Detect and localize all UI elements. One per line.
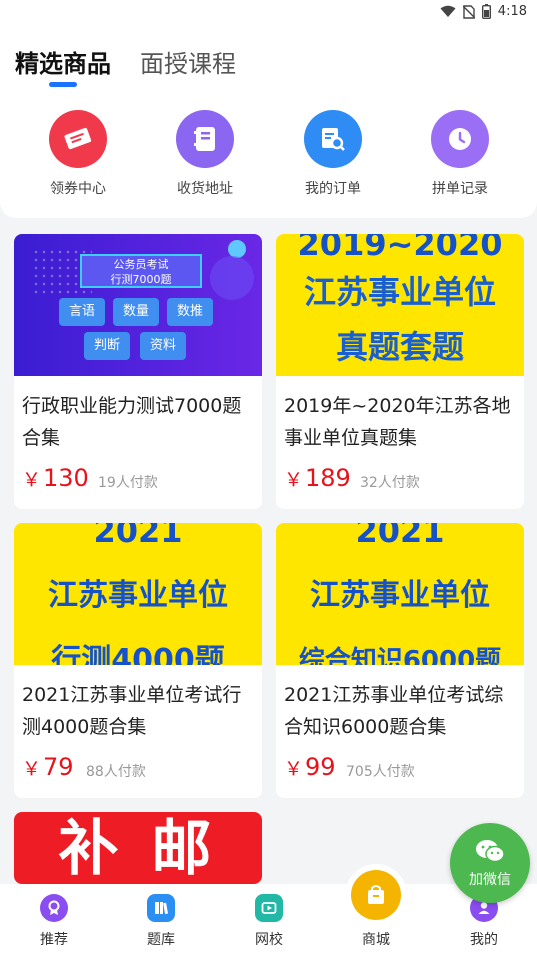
quick-action-label: 领券中心 [50, 181, 106, 197]
clock-icon [431, 110, 489, 168]
nav-label: 推荐 [40, 932, 68, 948]
product-image: 补 邮 [14, 812, 262, 884]
product-card[interactable]: 2019~2020 江苏事业单位 真题套题 2019年~2020年江苏各地事业单… [276, 234, 524, 509]
image-heading: 公务员考试 [113, 258, 169, 271]
image-tag: 判断 [84, 332, 130, 360]
sold-count: 32人付款 [360, 475, 420, 491]
nav-label: 网校 [255, 932, 283, 948]
question-bank-icon [147, 894, 175, 922]
image-line: 江苏事业单位 [310, 578, 490, 613]
product-image-banner: 公务员考试 行测7000题 [80, 254, 202, 288]
image-tag: 言语 [59, 298, 105, 326]
product-image: 2021 江苏事业单位 行测4000题 [14, 523, 262, 665]
no-sim-icon [462, 4, 475, 19]
product-card[interactable]: 公务员考试 行测7000题 言语 数量 数推 判断 资料 行政职业能力测试700… [14, 234, 262, 509]
quick-action-label: 收货地址 [177, 181, 233, 197]
nav-item-recommend[interactable]: 推荐 [14, 894, 94, 949]
active-tab-indicator [49, 82, 77, 87]
currency-symbol: ￥ [22, 469, 42, 491]
product-title: 行政职业能力测试7000题合集 [22, 395, 242, 449]
image-tag: 资料 [140, 332, 186, 360]
product-image: 2021 江苏事业单位 综合知识6000题 [276, 523, 524, 665]
sold-count: 88人付款 [86, 764, 146, 780]
quick-action-coupon-center[interactable]: 领券中心 [28, 110, 128, 198]
sold-count: 19人付款 [98, 475, 158, 491]
price-value: 130 [43, 464, 89, 492]
add-wechat-button[interactable]: 加微信 [450, 823, 530, 903]
product-image: 公务员考试 行测7000题 言语 数量 数推 判断 资料 [14, 234, 262, 376]
nav-label: 我的 [470, 932, 498, 948]
address-book-icon [176, 110, 234, 168]
order-search-icon [304, 110, 362, 168]
bottom-nav: 推荐 题库 网校 商城 我的 [0, 870, 537, 956]
image-tag: 数量 [113, 298, 159, 326]
tab-offline-courses[interactable]: 面授课程 [140, 44, 236, 79]
price-value: 189 [305, 464, 351, 492]
sold-count: 705人付款 [346, 764, 415, 780]
quick-action-group-orders[interactable]: 拼单记录 [410, 110, 510, 198]
recommend-icon [40, 894, 68, 922]
currency-symbol: ￥ [284, 758, 304, 780]
product-card[interactable]: 补 邮 [14, 812, 262, 884]
status-bar: 4:18 [0, 0, 537, 26]
quick-actions: 领券中心 收货地址 我的订单 拼单记录 [0, 90, 537, 218]
wifi-icon [440, 5, 456, 17]
currency-symbol: ￥ [284, 469, 304, 491]
quick-action-my-orders[interactable]: 我的订单 [283, 110, 383, 198]
image-tag: 数推 [167, 298, 213, 326]
wechat-icon [476, 840, 505, 863]
product-card[interactable]: 2021 江苏事业单位 综合知识6000题 2021江苏事业单位考试综合知识60… [276, 523, 524, 798]
image-line: 2019~2020 [297, 234, 503, 263]
image-line: 行测4000题 [51, 643, 225, 665]
nav-item-mall[interactable]: 商城 [336, 870, 416, 949]
online-school-icon [255, 894, 283, 922]
nav-label: 题库 [147, 932, 175, 948]
product-title: 2021江苏事业单位考试综合知识6000题合集 [284, 684, 504, 738]
image-line: 真题套题 [335, 328, 464, 366]
product-price: ￥130 [22, 464, 89, 492]
decor-circle [210, 256, 254, 300]
product-price: ￥79 [22, 753, 74, 781]
price-value: 99 [305, 753, 336, 781]
add-wechat-label: 加微信 [469, 872, 511, 888]
battery-icon [481, 4, 491, 19]
image-line: 2021 [93, 523, 183, 550]
nav-item-online-school[interactable]: 网校 [229, 894, 309, 949]
price-value: 79 [43, 753, 74, 781]
image-line: 补 邮 [58, 814, 218, 884]
product-image: 2019~2020 江苏事业单位 真题套题 [276, 234, 524, 376]
tab-featured-products[interactable]: 精选商品 [15, 44, 111, 79]
product-card[interactable]: 2021 江苏事业单位 行测4000题 2021江苏事业单位考试行测4000题合… [14, 523, 262, 798]
nav-item-question-bank[interactable]: 题库 [121, 894, 201, 949]
currency-symbol: ￥ [22, 758, 42, 780]
coupon-icon [49, 110, 107, 168]
product-price: ￥189 [284, 464, 351, 492]
product-price: ￥99 [284, 753, 336, 781]
nav-label: 商城 [362, 932, 390, 948]
image-heading: 行测7000题 [110, 273, 172, 286]
product-title: 2019年~2020年江苏各地事业单位真题集 [284, 395, 511, 449]
top-tabs: 精选商品 面授课程 [0, 26, 537, 90]
shopping-bag-icon [351, 870, 401, 920]
image-line: 2021 [355, 523, 445, 550]
quick-action-label: 拼单记录 [432, 181, 488, 197]
image-line: 综合知识6000题 [298, 646, 502, 665]
image-line: 江苏事业单位 [303, 273, 496, 311]
status-time: 4:18 [497, 4, 527, 19]
image-line: 江苏事业单位 [48, 578, 228, 613]
product-title: 2021江苏事业单位考试行测4000题合集 [22, 684, 242, 738]
quick-action-shipping-address[interactable]: 收货地址 [155, 110, 255, 198]
quick-action-label: 我的订单 [305, 181, 361, 197]
